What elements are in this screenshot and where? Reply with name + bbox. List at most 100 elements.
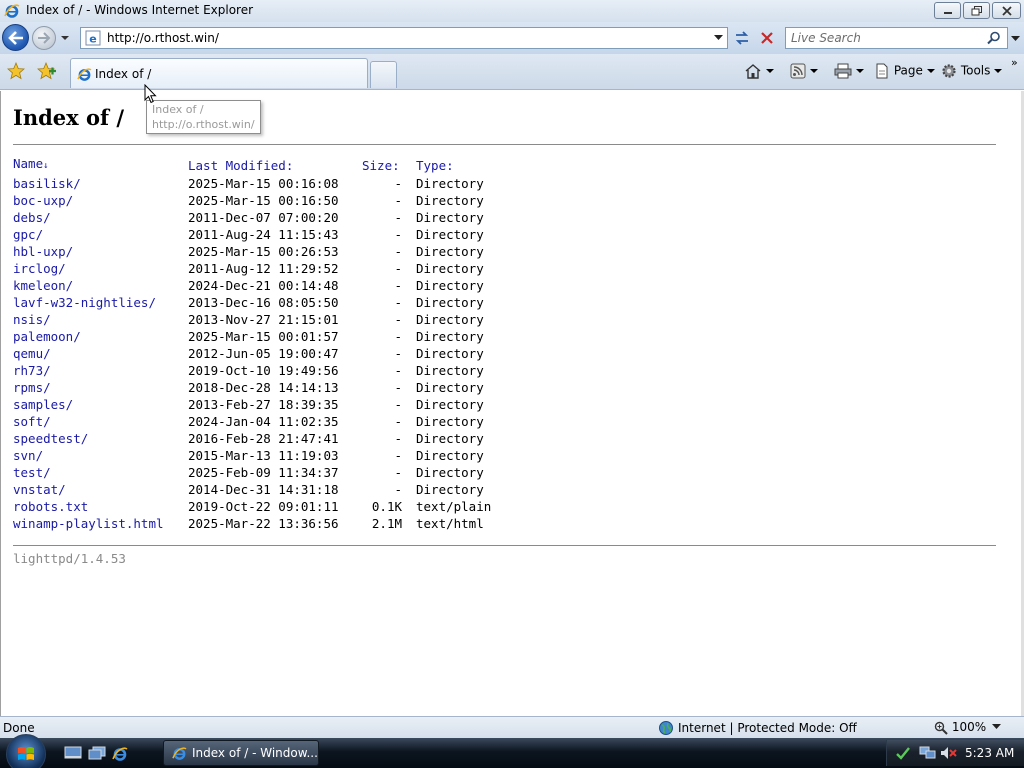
size-cell: -	[394, 176, 402, 191]
url-text: http://o.rthost.win/	[107, 31, 219, 45]
table-row: boc-uxp/2025-Mar-15 00:16:50 - Directory	[13, 192, 526, 209]
file-name-link[interactable]: rh73/	[13, 363, 51, 378]
file-name-link[interactable]: samples/	[13, 397, 73, 412]
file-name-cell: rpms/	[13, 379, 188, 396]
file-name-link[interactable]: hbl-uxp/	[13, 244, 73, 259]
switch-windows-icon[interactable]	[88, 746, 106, 760]
print-dropdown-icon[interactable]	[856, 69, 864, 73]
zoom-dropdown-icon[interactable]	[992, 723, 1001, 730]
minimize-button[interactable]	[934, 2, 961, 19]
print-button[interactable]	[834, 63, 864, 79]
zoom-level[interactable]: 100%	[934, 720, 986, 735]
forward-arrow-icon	[38, 32, 51, 44]
file-name-link[interactable]: robots.txt	[13, 499, 88, 514]
forward-button[interactable]	[32, 26, 56, 50]
security-check-icon[interactable]	[895, 745, 911, 761]
tab-label: Index of /	[95, 67, 152, 81]
size-cell: -	[394, 482, 402, 497]
column-header-size[interactable]: Size:	[362, 155, 416, 175]
address-dropdown-icon[interactable]	[714, 34, 723, 41]
file-name-link[interactable]: rpms/	[13, 380, 51, 395]
file-name-link[interactable]: qemu/	[13, 346, 51, 361]
file-name-link[interactable]: svn/	[13, 448, 43, 463]
address-bar[interactable]: e http://o.rthost.win/	[80, 27, 728, 49]
search-input[interactable]: Live Search	[785, 27, 1008, 49]
size-cell: -	[394, 261, 402, 276]
size-cell: -	[394, 346, 402, 361]
page-menu[interactable]: Page	[874, 63, 935, 79]
feeds-button[interactable]	[790, 63, 818, 79]
file-name-link[interactable]: test/	[13, 465, 51, 480]
file-name-cell: svn/	[13, 447, 188, 464]
network-icon[interactable]	[919, 745, 937, 761]
clock[interactable]: 5:23 AM	[965, 746, 1014, 760]
file-name-link[interactable]: vnstat/	[13, 482, 66, 497]
column-header-type[interactable]: Type:	[416, 155, 526, 175]
add-favorites-icon[interactable]	[37, 62, 57, 80]
chevron-more-icon[interactable]: »	[1011, 56, 1018, 69]
back-button[interactable]	[2, 24, 29, 51]
type-cell: Directory	[416, 448, 484, 463]
stop-icon[interactable]	[756, 27, 778, 49]
ie-quicklaunch-icon[interactable]	[111, 746, 129, 762]
table-row: speedtest/2016-Feb-28 21:47:41 - Directory	[13, 430, 526, 447]
maximize-button[interactable]	[963, 2, 990, 19]
home-button[interactable]	[744, 63, 774, 79]
tooltip-url: http://o.rthost.win/	[152, 118, 255, 131]
file-name-cell: soft/	[13, 413, 188, 430]
search-icon[interactable]	[987, 31, 1001, 45]
taskbar-button-ie[interactable]: Index of / - Window...	[163, 740, 319, 766]
size-cell: -	[394, 193, 402, 208]
file-name-link[interactable]: winamp-playlist.html	[13, 516, 164, 531]
file-name-cell: basilisk/	[13, 175, 188, 192]
listing-header-row: Name↓ Last Modified: Size: Type:	[13, 155, 526, 175]
type-cell: Directory	[416, 414, 484, 429]
tab-tooltip: Index of / http://o.rthost.win/	[146, 100, 261, 134]
column-header-modified[interactable]: Last Modified:	[188, 155, 362, 175]
file-name-link[interactable]: gpc/	[13, 227, 43, 242]
size-cell: -	[394, 244, 402, 259]
file-name-link[interactable]: boc-uxp/	[13, 193, 73, 208]
feeds-dropdown-icon[interactable]	[810, 69, 818, 73]
svg-text:e: e	[89, 33, 96, 46]
show-desktop-icon[interactable]	[64, 746, 82, 760]
file-name-link[interactable]: irclog/	[13, 261, 66, 276]
file-name-link[interactable]: nsis/	[13, 312, 51, 327]
last-modified-cell: 2025-Mar-15 00:01:57	[188, 329, 339, 344]
table-row: gpc/2011-Aug-24 11:15:43 - Directory	[13, 226, 526, 243]
rss-icon	[790, 63, 806, 79]
page-menu-label: Page	[893, 63, 923, 78]
file-name-link[interactable]: palemoon/	[13, 329, 81, 344]
file-name-link[interactable]: lavf-w32-nightlies/	[13, 295, 156, 310]
start-button[interactable]	[6, 734, 46, 768]
mouse-cursor-icon	[144, 84, 157, 104]
history-dropdown-icon[interactable]	[60, 34, 70, 42]
size-cell: -	[394, 465, 402, 480]
tooltip-title: Index of /	[152, 103, 204, 116]
size-cell: -	[394, 278, 402, 293]
volume-muted-icon[interactable]	[940, 745, 958, 761]
favorites-center-star-icon[interactable]	[7, 62, 25, 80]
file-name-link[interactable]: speedtest/	[13, 431, 88, 446]
file-name-link[interactable]: soft/	[13, 414, 51, 429]
file-name-link[interactable]: basilisk/	[13, 176, 81, 191]
file-name-link[interactable]: debs/	[13, 210, 51, 225]
home-dropdown-icon[interactable]	[766, 69, 774, 73]
table-row: rh73/2019-Oct-10 19:49:56 - Directory	[13, 362, 526, 379]
search-options-dropdown-icon[interactable]	[1011, 35, 1020, 42]
home-icon	[745, 64, 761, 79]
last-modified-cell: 2025-Mar-22 13:36:56	[188, 516, 339, 531]
table-row: vnstat/2014-Dec-31 14:31:18 - Directory	[13, 481, 526, 498]
new-tab-button[interactable]	[370, 61, 397, 88]
refresh-icon[interactable]	[731, 27, 753, 49]
security-zone[interactable]: Internet | Protected Mode: Off	[678, 721, 857, 735]
type-cell: Directory	[416, 329, 484, 344]
tools-menu[interactable]: Tools	[941, 63, 1003, 79]
column-header-name[interactable]: Name↓	[13, 155, 188, 175]
taskbar-button-label: Index of / - Window...	[192, 746, 318, 760]
close-button[interactable]	[992, 2, 1021, 19]
size-cell: -	[394, 295, 402, 310]
tab-index-of[interactable]: Index of /	[70, 58, 368, 88]
file-name-link[interactable]: kmeleon/	[13, 278, 73, 293]
file-name-cell: robots.txt	[13, 498, 188, 515]
